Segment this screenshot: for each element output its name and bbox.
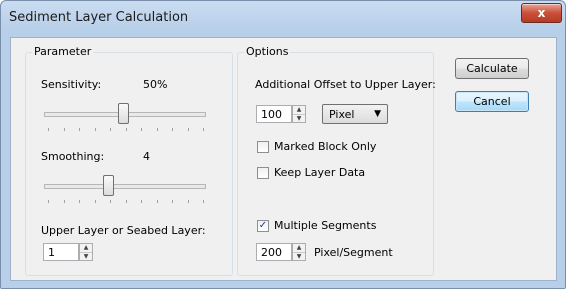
options-group: Options Additional Offset to Upper Layer…: [237, 45, 436, 276]
marked-block-only-checkbox[interactable]: [257, 141, 269, 153]
unit-select-value: Pixel: [329, 108, 355, 121]
chevron-down-icon: ▼: [374, 109, 381, 119]
chevron-down-icon[interactable]: ▼: [293, 114, 305, 123]
slider-tick: [110, 128, 111, 131]
smoothing-value: 4: [143, 150, 150, 163]
unit-select[interactable]: Pixel ▼: [322, 104, 388, 124]
slider-tick: [64, 200, 65, 203]
slider-tick: [79, 200, 80, 203]
slider-tick: [203, 200, 204, 203]
slider-tick: [95, 200, 96, 203]
sensitivity-value: 50%: [143, 78, 168, 91]
calculate-button-label: Calculate: [466, 62, 518, 75]
offset-input[interactable]: 100: [256, 105, 292, 123]
offset-spinner[interactable]: ▲ ▼: [292, 105, 306, 123]
segment-spinner[interactable]: ▲ ▼: [292, 243, 306, 261]
slider-tick: [203, 128, 204, 131]
dialog-client-area: Parameter Sensitivity: 50% Smoothing: 4 …: [10, 37, 557, 281]
slider-tick: [64, 128, 65, 131]
slider-tick: [95, 128, 96, 131]
slider-tick: [48, 200, 49, 203]
multiple-segments-checkbox[interactable]: ✓: [257, 220, 269, 232]
offset-label: Additional Offset to Upper Layer:: [255, 78, 436, 91]
marked-block-only-label[interactable]: Marked Block Only: [274, 140, 376, 153]
dialog-window: Sediment Layer Calculation x Parameter S…: [0, 0, 566, 289]
slider-tick: [141, 200, 142, 203]
upper-layer-spinner[interactable]: ▲ ▼: [79, 243, 93, 261]
slider-tick: [188, 128, 189, 131]
chevron-up-icon[interactable]: ▲: [293, 106, 305, 114]
slider-tick: [172, 128, 173, 131]
keep-layer-data-label[interactable]: Keep Layer Data: [274, 166, 365, 179]
segment-unit-label: Pixel/Segment: [314, 246, 393, 259]
slider-tick: [188, 200, 189, 203]
slider-tick: [157, 200, 158, 203]
parameter-group-label: Parameter: [32, 45, 94, 58]
smoothing-slider-track[interactable]: [44, 184, 206, 189]
slider-tick: [79, 128, 80, 131]
multiple-segments-label[interactable]: Multiple Segments: [274, 219, 376, 232]
cancel-button[interactable]: Cancel: [455, 91, 529, 112]
sensitivity-label: Sensitivity:: [41, 78, 102, 91]
chevron-down-icon[interactable]: ▼: [293, 252, 305, 261]
chevron-down-icon[interactable]: ▼: [80, 252, 92, 261]
sensitivity-slider-ticks: [48, 128, 204, 132]
parameter-group: Parameter Sensitivity: 50% Smoothing: 4 …: [25, 45, 233, 276]
check-icon: ✓: [258, 220, 268, 231]
cancel-button-label: Cancel: [473, 95, 511, 108]
slider-tick: [126, 200, 127, 203]
smoothing-label: Smoothing:: [41, 150, 105, 163]
smoothing-slider-thumb[interactable]: [103, 175, 114, 196]
smoothing-slider-ticks: [48, 200, 204, 204]
chevron-up-icon[interactable]: ▲: [80, 244, 92, 252]
upper-layer-input[interactable]: 1: [43, 243, 79, 261]
sensitivity-slider-thumb[interactable]: [118, 103, 129, 124]
segment-input[interactable]: 200: [256, 243, 292, 261]
calculate-button[interactable]: Calculate: [455, 58, 529, 79]
slider-tick: [126, 128, 127, 131]
close-icon: x: [537, 6, 546, 20]
keep-layer-data-checkbox[interactable]: [257, 167, 269, 179]
close-button[interactable]: x: [521, 3, 562, 23]
slider-tick: [48, 128, 49, 131]
upper-layer-label: Upper Layer or Seabed Layer:: [41, 224, 206, 237]
slider-tick: [157, 128, 158, 131]
slider-tick: [110, 200, 111, 203]
slider-tick: [172, 200, 173, 203]
chevron-up-icon[interactable]: ▲: [293, 244, 305, 252]
window-title: Sediment Layer Calculation: [9, 10, 189, 25]
slider-tick: [141, 128, 142, 131]
options-group-label: Options: [244, 45, 291, 58]
